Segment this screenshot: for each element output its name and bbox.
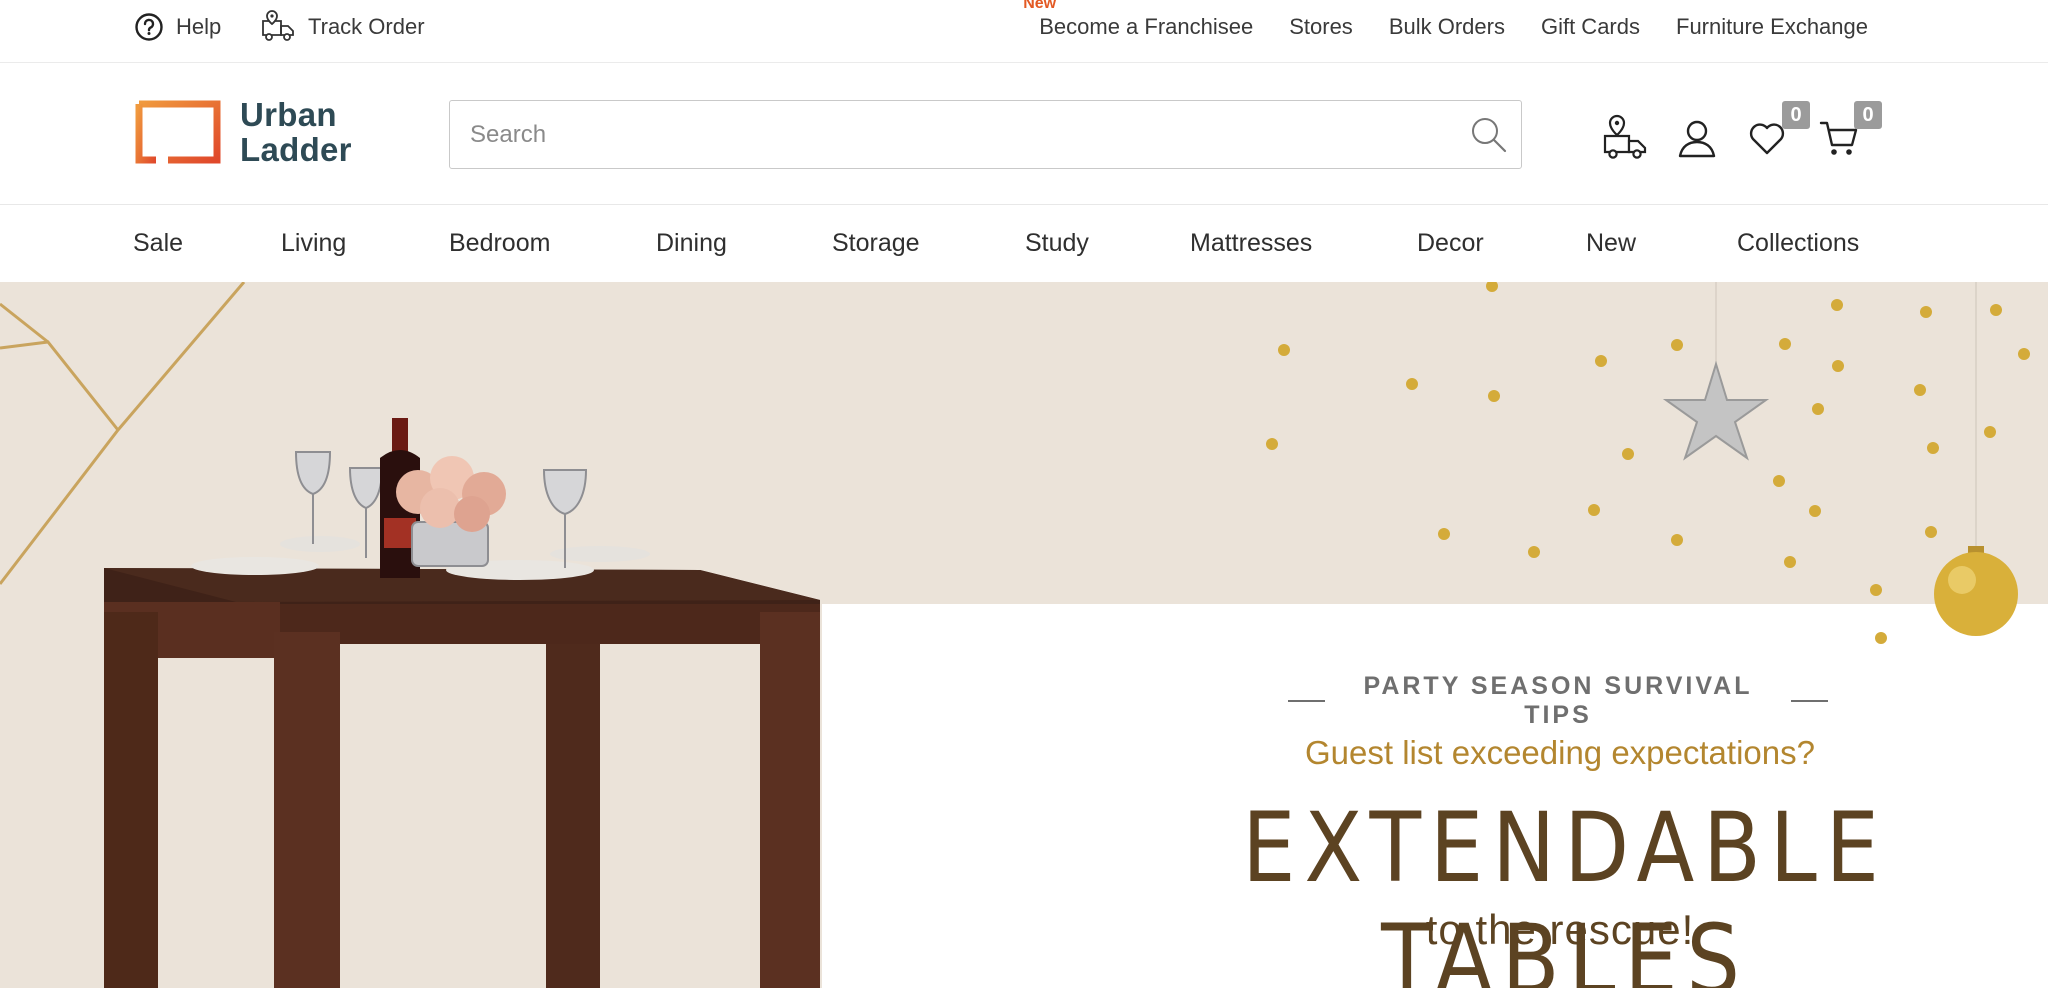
eyebrow-dash-right: [1790, 700, 1829, 702]
table-setting: [191, 418, 650, 580]
gold-confetti: [1266, 282, 2030, 644]
logo-wordmark: Urban Ladder: [240, 97, 352, 167]
nav-study[interactable]: Study: [1025, 205, 1089, 282]
cart-count-badge: 0: [1854, 101, 1882, 129]
delivery-truck-pin-icon: [262, 10, 294, 41]
hero-eyebrow-text: PARTY SEASON SURVIVAL TIPS: [1363, 672, 1753, 729]
hero-eyebrow: PARTY SEASON SURVIVAL TIPS: [1288, 672, 1829, 730]
user-icon: [1678, 120, 1716, 158]
question-circle-icon: [135, 13, 163, 41]
nav-decor[interactable]: Decor: [1417, 205, 1484, 282]
hero-tagline: to the rescue!: [1425, 906, 1695, 953]
logo-line-2: Ladder: [240, 131, 352, 168]
help-label: Help: [176, 14, 222, 39]
logo-mark-icon: [134, 99, 222, 165]
search-input[interactable]: [450, 101, 1430, 168]
store-locator-icon: [1603, 114, 1647, 159]
help-link[interactable]: Help: [134, 0, 221, 54]
cart-button[interactable]: 0: [1814, 101, 1882, 163]
nav-living[interactable]: Living: [281, 205, 346, 282]
dining-table: [104, 568, 820, 988]
franchisee-link[interactable]: New Become a Franchisee: [1023, 0, 1254, 40]
gift-cards-link[interactable]: Gift Cards: [1541, 14, 1640, 40]
logo-line-1: Urban: [240, 96, 337, 133]
top-links: New Become a Franchisee Stores Bulk Orde…: [1023, 0, 1868, 54]
wishlist-button[interactable]: 0: [1742, 101, 1810, 163]
store-locator-button[interactable]: [1600, 113, 1650, 163]
search-icon[interactable]: [1469, 115, 1509, 160]
nav-new[interactable]: New: [1586, 205, 1636, 282]
franchisee-label: Become a Franchisee: [1039, 14, 1254, 39]
nav-dining[interactable]: Dining: [656, 205, 727, 282]
heart-icon: [1749, 123, 1785, 155]
stores-link[interactable]: Stores: [1289, 14, 1353, 40]
new-badge: New: [1023, 0, 1057, 12]
wishlist-count-badge: 0: [1782, 101, 1810, 129]
gold-line-art: [0, 282, 246, 585]
top-utility-bar: Help Track Order New Become a Franchisee…: [0, 0, 2048, 63]
track-order-label: Track Order: [308, 14, 425, 39]
track-order-link[interactable]: Track Order: [260, 0, 425, 54]
nav-storage[interactable]: Storage: [832, 205, 920, 282]
hero-title: EXTENDABLE TABLES: [1242, 792, 1888, 988]
nav-collections[interactable]: Collections: [1737, 205, 1859, 282]
urban-ladder-logo[interactable]: Urban Ladder: [134, 97, 374, 167]
silver-star: [1662, 360, 1770, 461]
nav-mattresses[interactable]: Mattresses: [1190, 205, 1312, 282]
main-header: Urban Ladder 0: [0, 63, 2048, 205]
bulk-orders-link[interactable]: Bulk Orders: [1389, 14, 1505, 40]
hero-banner[interactable]: PARTY SEASON SURVIVAL TIPS Guest list ex…: [0, 282, 2048, 988]
hero-subtitle: Guest list exceeding expectations?: [1305, 734, 1815, 771]
gold-ornament: [1934, 546, 2018, 636]
category-nav: Sale Living Bedroom Dining Storage Study…: [0, 205, 2048, 282]
eyebrow-dash-left: [1288, 700, 1326, 702]
nav-sale[interactable]: Sale: [133, 205, 183, 282]
account-button[interactable]: [1672, 113, 1722, 163]
search-box: [449, 100, 1522, 169]
nav-bedroom[interactable]: Bedroom: [449, 205, 550, 282]
furniture-exchange-link[interactable]: Furniture Exchange: [1676, 14, 1868, 40]
